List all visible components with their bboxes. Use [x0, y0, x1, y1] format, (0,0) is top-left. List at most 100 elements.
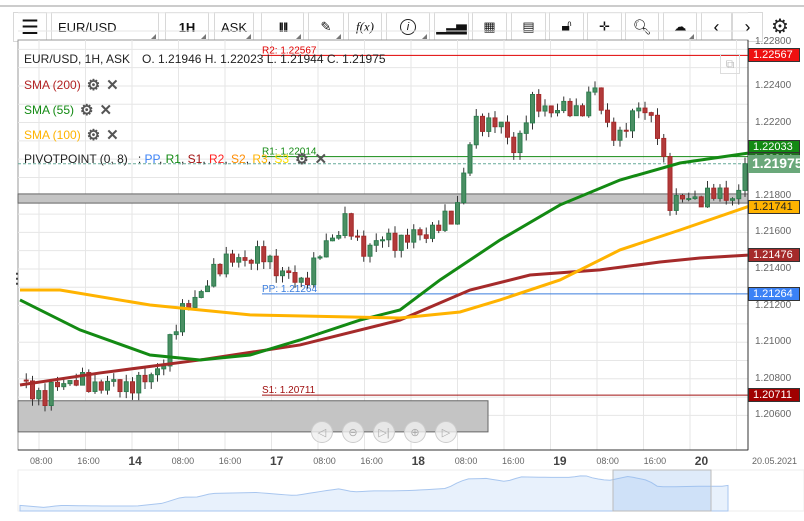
price-tick: 1.20800 [755, 372, 792, 384]
candle [236, 257, 242, 263]
candle [398, 234, 404, 251]
candle [42, 390, 48, 406]
panel-resize-handle[interactable]: ⋮ [10, 270, 24, 287]
support-zone [17, 193, 749, 204]
instrument-info: EUR/USD, 1H, ASK [24, 52, 131, 66]
candle [430, 224, 435, 239]
candle [198, 291, 204, 298]
close-icon[interactable]: ✕ [99, 101, 112, 119]
candle [698, 196, 704, 208]
candle [542, 105, 548, 112]
candle [498, 121, 504, 128]
popout-button[interactable]: ⧉ [720, 54, 740, 74]
time-tick: 16:00 [77, 456, 100, 466]
pivot-item: S2 [231, 152, 246, 166]
candle [192, 296, 198, 308]
candle [92, 381, 98, 392]
candle [598, 87, 604, 111]
pivot-item: S1 [187, 152, 203, 166]
price-tick: 1.22400 [755, 79, 792, 91]
candle [267, 255, 273, 263]
candle [436, 224, 442, 231]
candle [417, 229, 423, 236]
time-tick: 08:00 [30, 456, 53, 466]
candle [136, 374, 142, 394]
candle [467, 144, 473, 174]
candle [148, 374, 154, 383]
candle [523, 122, 529, 134]
zoom-in-icon: ⊕ [410, 426, 420, 439]
close-icon[interactable]: ✕ [315, 150, 328, 168]
zoom-in-button[interactable]: ⊕ [404, 421, 426, 443]
candle [348, 213, 354, 237]
price-tick: 1.21400 [755, 262, 792, 274]
gear-icon[interactable]: ⚙ [87, 126, 100, 144]
candle [661, 137, 667, 158]
nav-back-button[interactable]: ◁ [311, 421, 333, 443]
candle [536, 94, 542, 112]
indicator-label: SMA (100) [24, 128, 81, 142]
candle [673, 195, 679, 211]
nav-forward-button[interactable]: ▷ [435, 421, 457, 443]
candle [336, 234, 342, 239]
candle [711, 187, 717, 199]
price-tick: 1.21200 [755, 299, 792, 311]
time-tick: 19 [553, 454, 567, 468]
candle [586, 91, 592, 117]
price-tick: 1.22200 [755, 116, 792, 128]
candle [261, 246, 267, 263]
zoom-out-button[interactable]: ⊖ [342, 421, 364, 443]
price-tick: 1.21000 [755, 336, 792, 348]
candle [367, 244, 373, 257]
pivot-item: R3 [252, 152, 268, 166]
chart-header: EUR/USD, 1H, ASK O. 1.21946 H. 1.22023 L.… [24, 52, 386, 66]
time-tick: 14 [128, 454, 142, 468]
pivot-item: R2 [209, 152, 225, 166]
candle [280, 270, 285, 277]
price-tag: 1.21741 [748, 199, 800, 214]
zoom-out-icon: ⊖ [348, 426, 358, 439]
candle [167, 334, 173, 367]
candle [448, 210, 454, 225]
indicator-legend: SMA (55) ⚙ ✕ [24, 101, 112, 119]
time-tick: 18 [411, 454, 425, 468]
close-icon[interactable]: ✕ [106, 76, 119, 94]
candle [517, 132, 523, 154]
candle [580, 105, 585, 117]
price-tick: 1.21600 [755, 226, 792, 238]
candle [423, 234, 429, 239]
candle [155, 368, 160, 376]
candle [461, 172, 467, 204]
time-tick: 16:00 [502, 456, 525, 466]
pivot-separator: : [137, 152, 142, 166]
candle [73, 380, 79, 386]
candle [217, 263, 223, 275]
candle [742, 163, 748, 191]
candle [717, 187, 723, 199]
candle [123, 381, 129, 393]
candle [242, 257, 248, 261]
close-icon[interactable]: ✕ [106, 126, 119, 144]
time-tick: 20 [694, 454, 709, 468]
candle [23, 379, 29, 382]
candle [186, 303, 192, 308]
nav-end-button[interactable]: ▷| [373, 421, 395, 443]
price-tag: 1.21264 [748, 286, 800, 301]
time-tick: 17 [270, 454, 284, 468]
gear-icon[interactable]: ⚙ [87, 76, 100, 94]
pivot-item: PP [144, 152, 159, 166]
candle [342, 213, 348, 236]
pivot-label: PIVOTPOINT (0, 8) [24, 152, 128, 166]
candle [355, 235, 360, 238]
time-tick: 08:00 [171, 456, 195, 466]
price-chart[interactable]: R2: 1.22567R1: 1.22014PP: 1.21264S1: 1.2… [0, 0, 804, 521]
candle [386, 232, 392, 241]
candle [730, 198, 735, 201]
pivot-legend: PIVOTPOINT (0, 8): PP, R1, S1, R2, S2, R… [24, 150, 328, 168]
candle [311, 257, 317, 286]
candle [111, 379, 117, 382]
triangle-left-icon: ◁ [317, 426, 327, 439]
gear-icon[interactable]: ⚙ [295, 150, 308, 168]
candle [630, 110, 635, 132]
gear-icon[interactable]: ⚙ [80, 101, 93, 119]
